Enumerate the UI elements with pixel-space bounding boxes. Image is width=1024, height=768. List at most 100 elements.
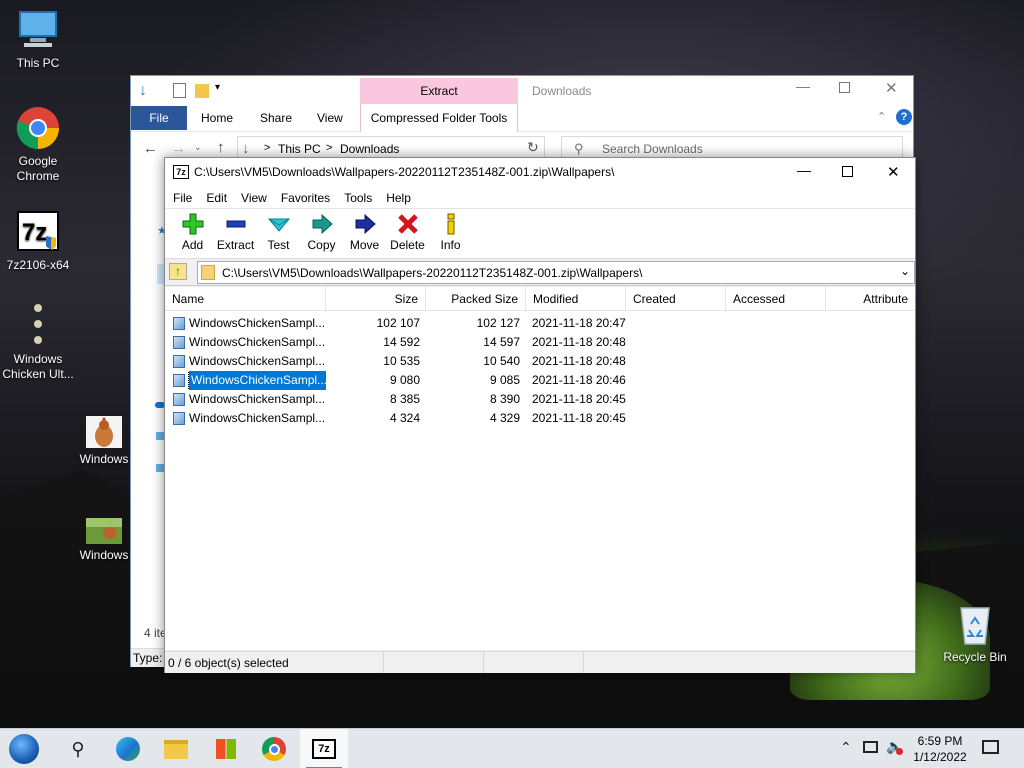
ribbon-expand-icon[interactable]: ⌃ <box>877 110 886 123</box>
column-created[interactable]: Created <box>626 287 726 310</box>
menu-view[interactable]: View <box>235 191 275 205</box>
table-row[interactable]: WindowsChickenSampl... 14 592 14 597 202… <box>165 333 915 352</box>
column-accessed[interactable]: Accessed <box>726 287 826 310</box>
7zip-window-title: C:\Users\VM5\Downloads\Wallpapers-202201… <box>194 165 615 179</box>
quick-access-down-arrow-icon[interactable]: ↓ <box>139 82 147 100</box>
folder-icon <box>201 265 215 280</box>
folder-icon[interactable] <box>195 84 209 98</box>
show-hidden-icons-icon[interactable]: ⌃ <box>840 739 852 756</box>
desktop-icon-label: Google Chrome <box>16 154 60 183</box>
menu-edit[interactable]: Edit <box>200 191 235 205</box>
start-button[interactable] <box>0 729 48 768</box>
menu-tools[interactable]: Tools <box>338 191 380 205</box>
info-button[interactable]: Info <box>429 209 472 258</box>
notification-center-icon[interactable] <box>982 740 999 754</box>
move-button[interactable]: Move <box>343 209 386 258</box>
column-name[interactable]: Name <box>165 287 326 310</box>
tab-home[interactable]: Home <box>201 111 233 125</box>
tab-compressed-folder-tools[interactable]: Compressed Folder Tools <box>360 104 518 132</box>
column-attributes[interactable]: Attribute <box>826 287 915 310</box>
up-arrow-icon[interactable]: ↑ <box>217 139 225 156</box>
help-icon[interactable]: ? <box>896 109 912 125</box>
image-file-icon <box>173 412 185 425</box>
network-icon[interactable] <box>863 741 878 753</box>
status-cell-date <box>584 652 915 673</box>
file-modified: 2021-11-18 20:48 <box>532 335 626 349</box>
breadcrumb-this-pc[interactable]: This PC <box>278 142 321 156</box>
delete-label: Delete <box>390 238 425 252</box>
desktop-icon-recycle-bin[interactable]: Recycle Bin <box>937 602 1013 665</box>
file-size: 4 324 <box>389 411 420 425</box>
recent-dropdown-icon[interactable]: ⌄ <box>194 142 202 153</box>
table-row[interactable]: WindowsChickenSampl... 10 535 10 540 202… <box>165 352 915 371</box>
file-packed-size: 10 540 <box>483 354 520 368</box>
explorer-titlebar: ↓ ▾ Extract Downloads — ✕ <box>131 76 913 104</box>
minimize-button[interactable]: — <box>797 162 811 178</box>
file-list[interactable]: Name Size Packed Size Modified Created A… <box>165 287 915 768</box>
properties-icon[interactable] <box>173 83 186 98</box>
column-modified[interactable]: Modified <box>526 287 626 310</box>
file-modified: 2021-11-18 20:47 <box>532 316 626 330</box>
extract-context-tab[interactable]: Extract <box>360 78 518 104</box>
close-button[interactable]: ✕ <box>887 163 900 181</box>
store-icon <box>216 739 236 759</box>
desktop-icon-chrome[interactable]: Google Chrome <box>0 106 76 184</box>
desktop-icon-label: 7z2106-x64 <box>6 258 70 272</box>
clock[interactable]: 6:59 PM 1/12/2022 <box>908 733 972 765</box>
breadcrumb-downloads[interactable]: Downloads <box>340 142 399 156</box>
taskbar-edge[interactable] <box>104 729 152 768</box>
column-packed-size[interactable]: Packed Size <box>426 287 526 310</box>
maximize-button[interactable] <box>839 82 850 93</box>
file-packed-size: 102 127 <box>476 316 520 330</box>
desktop-icon-7z-installer[interactable]: 7z 7z2106-x64 <box>0 210 76 273</box>
table-row[interactable]: WindowsChickenSampl... 102 107 102 127 2… <box>165 314 915 333</box>
7zip-address-bar[interactable]: C:\Users\VM5\Downloads\Wallpapers-202201… <box>197 261 915 284</box>
breadcrumb-sep-icon: > <box>326 142 333 154</box>
tab-file[interactable]: File <box>131 106 187 130</box>
7zip-statusbar: 0 / 6 object(s) selected <box>165 651 915 673</box>
tab-view[interactable]: View <box>317 111 343 125</box>
file-modified: 2021-11-18 20:48 <box>532 354 626 368</box>
qat-dropdown-icon[interactable]: ▾ <box>215 82 220 93</box>
up-folder-icon[interactable]: ↑ <box>169 263 187 280</box>
7zip-window[interactable]: 7z C:\Users\VM5\Downloads\Wallpapers-202… <box>164 157 916 768</box>
7zip-icon: 7z <box>312 739 336 759</box>
desktop-icon-chicken-ult[interactable]: Windows Chicken Ult... <box>0 300 76 382</box>
column-size[interactable]: Size <box>326 287 426 310</box>
search-icon: ⚲ <box>71 738 85 759</box>
menu-favorites[interactable]: Favorites <box>275 191 338 205</box>
back-arrow-icon[interactable]: ← <box>143 140 158 157</box>
taskbar: ⚲ 7z ⌃ 🔈 6:59 PM 1/12/2022 <box>0 728 1024 768</box>
forward-arrow-icon[interactable]: → <box>171 140 186 157</box>
address-dropdown-icon[interactable]: ⌄ <box>900 264 910 278</box>
7zip-app-icon: 7z <box>173 165 189 179</box>
taskbar-store[interactable] <box>202 729 250 768</box>
table-row-selected[interactable]: WindowsChickenSampl... 9 080 9 085 2021-… <box>165 371 915 390</box>
7zip-address-text: C:\Users\VM5\Downloads\Wallpapers-202201… <box>222 266 643 280</box>
table-row[interactable]: WindowsChickenSampl... 8 385 8 390 2021-… <box>165 390 915 409</box>
close-button[interactable]: ✕ <box>885 79 898 97</box>
delete-button[interactable]: Delete <box>386 209 429 258</box>
add-button[interactable]: Add <box>171 209 214 258</box>
maximize-button[interactable] <box>842 166 853 177</box>
recycle-bin-icon <box>953 602 997 646</box>
search-button[interactable]: ⚲ <box>54 729 102 768</box>
menu-file[interactable]: File <box>167 191 200 205</box>
file-name: WindowsChickenSampl... <box>187 371 326 390</box>
chicken-grass-image-icon <box>86 518 122 544</box>
desktop-icon-this-pc[interactable]: This PC <box>0 8 76 71</box>
taskbar-7zip[interactable]: 7z <box>300 729 348 768</box>
test-button[interactable]: Test <box>257 209 300 258</box>
refresh-icon[interactable]: ↻ <box>527 139 539 156</box>
copy-button[interactable]: Copy <box>300 209 343 258</box>
taskbar-chrome[interactable] <box>250 729 298 768</box>
minimize-button[interactable]: — <box>796 78 810 94</box>
test-icon <box>267 213 290 235</box>
table-row[interactable]: WindowsChickenSampl... 4 324 4 329 2021-… <box>165 409 915 428</box>
clock-date: 1/12/2022 <box>913 750 967 764</box>
tab-share[interactable]: Share <box>260 111 292 125</box>
extract-button[interactable]: Extract <box>214 209 257 258</box>
menu-help[interactable]: Help <box>380 191 419 205</box>
file-size: 102 107 <box>376 316 420 330</box>
taskbar-file-explorer[interactable] <box>152 729 200 768</box>
